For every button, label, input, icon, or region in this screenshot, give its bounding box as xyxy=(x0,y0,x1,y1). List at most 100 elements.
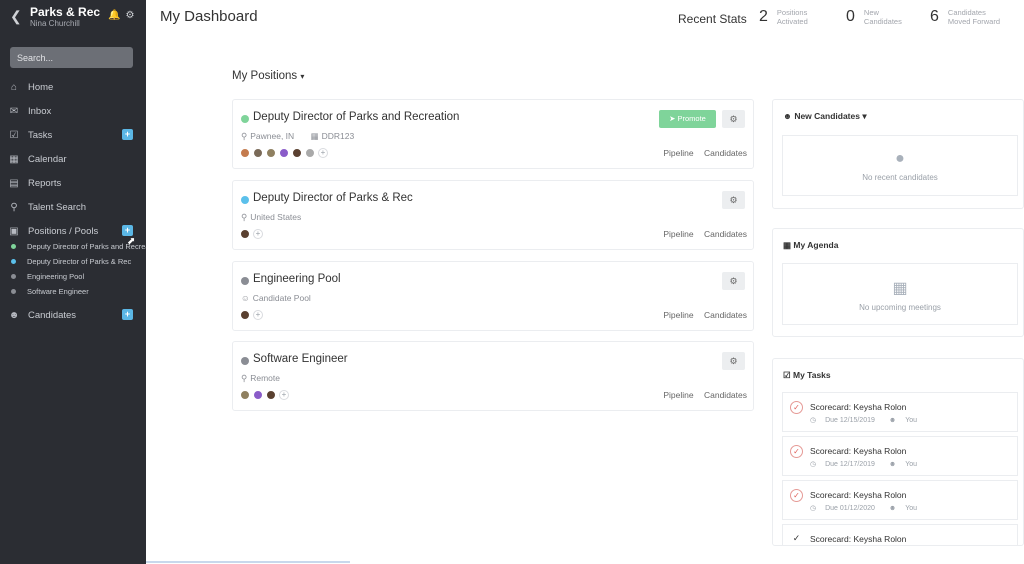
task-name[interactable]: Scorecard: Keysha Rolon xyxy=(810,490,906,500)
candidates-link[interactable]: Candidates xyxy=(704,229,747,239)
avatar[interactable] xyxy=(240,310,250,320)
new-candidates-dropdown[interactable]: ☻ New Candidates ▾ xyxy=(783,111,867,122)
candidates-link[interactable]: Candidates xyxy=(704,310,747,320)
position-card[interactable]: Deputy Director of Parks and Recreation … xyxy=(232,99,754,169)
page-title: My Dashboard xyxy=(160,8,258,25)
stat-label: Candidates Moved Forward xyxy=(947,8,1001,26)
add-candidate-button[interactable]: + xyxy=(122,309,133,320)
nav-home[interactable]: ⌂ Home xyxy=(0,77,146,97)
candidates-link[interactable]: Candidates xyxy=(704,148,747,158)
checkbox-icon: ☑ xyxy=(9,129,19,141)
position-card[interactable]: Deputy Director of Parks & Rec ⚲ United S… xyxy=(232,180,754,250)
position-location: Remote xyxy=(250,373,280,383)
position-card[interactable]: Engineering Pool ☺ Candidate Pool + ⚙ Pip… xyxy=(232,261,754,331)
avatar[interactable] xyxy=(292,148,302,158)
user-icon: ☻ xyxy=(888,505,899,512)
avatar[interactable] xyxy=(240,148,250,158)
task-name[interactable]: Scorecard: Keysha Rolon xyxy=(810,402,906,412)
position-title[interactable]: Engineering Pool xyxy=(253,273,341,285)
home-icon: ⌂ xyxy=(10,81,18,93)
nav-tasks[interactable]: ☑ Tasks + xyxy=(0,125,146,145)
map-marker-icon: ⚲ xyxy=(241,212,248,222)
add-task-button[interactable]: + xyxy=(122,129,133,140)
add-member-icon[interactable]: + xyxy=(253,229,263,239)
agenda-title: My Agenda xyxy=(793,240,839,250)
task-item[interactable]: ✓ Scorecard: Keysha Rolon ◷ Due 12/17/20… xyxy=(782,436,1018,476)
avatar[interactable] xyxy=(253,390,263,400)
due-date-text: Due 12/15/2019 xyxy=(825,417,875,424)
assignee: ☻ You xyxy=(889,461,924,468)
position-title[interactable]: Deputy Director of Parks and Recreation xyxy=(253,111,459,123)
briefcase-icon: ▣ xyxy=(9,225,19,237)
check-circle-icon[interactable]: ✓ xyxy=(790,489,803,502)
sidebar-position-item[interactable]: Deputy Director of Parks & Rec xyxy=(0,254,146,268)
avatar[interactable] xyxy=(240,390,250,400)
gear-icon[interactable]: ⚙ xyxy=(125,10,134,21)
avatar[interactable] xyxy=(266,148,276,158)
nav-positions-label: Positions / Pools xyxy=(28,225,99,237)
add-member-icon[interactable]: + xyxy=(253,310,263,320)
settings-button[interactable]: ⚙ xyxy=(722,352,745,370)
bell-icon[interactable]: 🔔 xyxy=(108,10,120,21)
pipeline-link[interactable]: Pipeline xyxy=(663,148,693,158)
search-input[interactable] xyxy=(10,47,133,68)
nav-positions-pools[interactable]: ▣ Positions / Pools + xyxy=(0,221,146,241)
check-circle-icon[interactable]: ✓ xyxy=(790,445,803,458)
settings-button[interactable]: ⚙ xyxy=(722,191,745,209)
task-item[interactable]: ✓ Scorecard: Keysha Rolon ◷ Due 12/15/20… xyxy=(782,392,1018,432)
back-arrow-icon[interactable]: ❮ xyxy=(10,8,22,25)
sidebar-header: ❮ Parks & Rec Nina Churchill 🔔 ⚙ xyxy=(0,0,146,40)
pipeline-link[interactable]: Pipeline xyxy=(663,390,693,400)
add-member-icon[interactable]: + xyxy=(318,148,328,158)
avatar[interactable] xyxy=(305,148,315,158)
due-date-text: Due 12/17/2019 xyxy=(825,461,875,468)
check-circle-icon[interactable]: ✓ xyxy=(790,401,803,414)
nav-inbox[interactable]: ✉ Inbox xyxy=(0,101,146,121)
settings-button[interactable]: ⚙ xyxy=(722,272,745,290)
tasks-header: ☑ My Tasks xyxy=(783,370,831,381)
avatar[interactable] xyxy=(266,390,276,400)
caret-down-icon: ▾ xyxy=(300,72,305,81)
avatar[interactable] xyxy=(240,229,250,239)
candidates-link[interactable]: Candidates xyxy=(704,390,747,400)
position-title[interactable]: Software Engineer xyxy=(253,353,348,365)
avatar[interactable] xyxy=(279,148,289,158)
calendar-icon: ▦ xyxy=(783,240,794,250)
team-avatars: + xyxy=(240,229,263,239)
megaphone-icon: ➤ xyxy=(669,114,678,123)
position-title[interactable]: Deputy Director of Parks & Rec xyxy=(253,192,413,204)
sidebar-position-item[interactable]: Deputy Director of Parks and Recreation xyxy=(0,239,146,253)
nav-talent-search[interactable]: ⚲ Talent Search xyxy=(0,197,146,217)
new-candidates-panel: ☻ New Candidates ▾ ● No recent candidate… xyxy=(772,99,1024,209)
task-name[interactable]: Scorecard: Keysha Rolon xyxy=(810,446,906,456)
settings-button[interactable]: ⚙ xyxy=(722,110,745,128)
sidebar-position-label: Software Engineer xyxy=(27,286,89,296)
task-item[interactable]: ✓ Scorecard: Keysha Rolon ◷ Due 01/12/20… xyxy=(782,480,1018,520)
check-icon[interactable]: ✓ xyxy=(790,533,803,545)
my-positions-dropdown[interactable]: My Positions ▾ xyxy=(232,70,304,82)
users-icon: ☻ xyxy=(783,111,795,121)
nav-home-label: Home xyxy=(28,81,54,93)
nav-calendar[interactable]: ▦ Calendar xyxy=(0,149,146,169)
add-member-icon[interactable]: + xyxy=(279,390,289,400)
stat-candidates-moved: 6 Candidates Moved Forward xyxy=(930,8,1004,26)
pipeline-link[interactable]: Pipeline xyxy=(663,229,693,239)
promote-button[interactable]: ➤ Promote xyxy=(659,110,716,128)
nav-candidates[interactable]: ☻ Candidates + xyxy=(0,305,146,325)
stats-label: Recent Stats xyxy=(678,12,747,26)
nav-reports[interactable]: ▤ Reports xyxy=(0,173,146,193)
task-name[interactable]: Scorecard: Keysha Rolon xyxy=(810,534,906,544)
sidebar-position-item[interactable]: Engineering Pool xyxy=(0,269,146,283)
pipeline-link[interactable]: Pipeline xyxy=(663,310,693,320)
position-card[interactable]: Software Engineer ⚲ Remote + ⚙ Pipeline C… xyxy=(232,341,754,411)
task-item[interactable]: ✓ Scorecard: Keysha Rolon xyxy=(782,524,1018,545)
position-location: United States xyxy=(250,212,302,222)
nav-calendar-label: Calendar xyxy=(28,153,67,165)
calendar-icon: ▦ xyxy=(9,153,19,165)
nav-talent-search-label: Talent Search xyxy=(28,201,87,213)
add-position-button[interactable]: + xyxy=(122,225,133,236)
avatar[interactable] xyxy=(253,148,263,158)
sidebar-position-item[interactable]: Software Engineer xyxy=(0,284,146,298)
clock-icon: ◷ xyxy=(810,505,819,512)
gear-icon: ⚙ xyxy=(729,114,738,124)
